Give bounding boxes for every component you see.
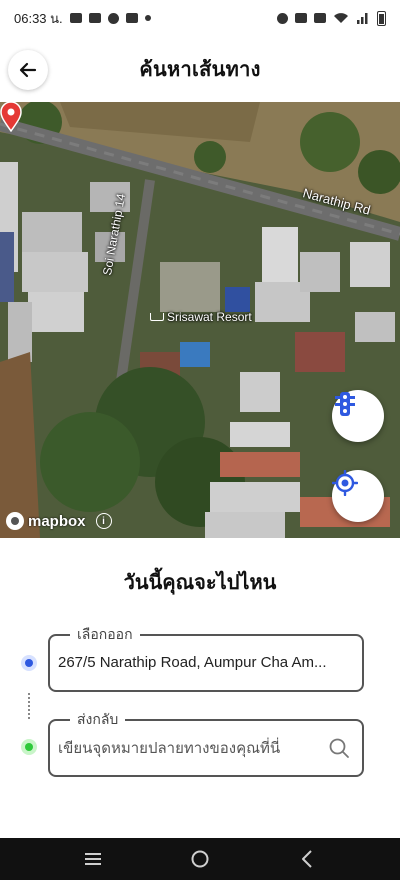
origin-label: เลือกออก (70, 624, 140, 646)
mapbox-logo-icon (6, 512, 24, 530)
recent-apps-button[interactable] (71, 841, 115, 877)
app-root: 06:33 น. ค้นหาเส้นทาง Narathip Rd Soi Na… (0, 0, 400, 880)
dot-icon (144, 15, 151, 21)
signal-icon (357, 13, 368, 24)
recent-apps-icon (85, 853, 102, 865)
locate-icon (332, 470, 358, 496)
youtube-icon (69, 13, 82, 23)
system-back-button[interactable] (285, 841, 329, 877)
poi-label: Srisawat Resort (167, 310, 252, 324)
destination-field[interactable]: ส่งกลับ (48, 709, 364, 777)
mapbox-text: mapbox (28, 512, 86, 530)
origin-dot-icon (21, 655, 37, 671)
cloud-icon (88, 13, 101, 23)
app-header: ค้นหาเส้นทาง (0, 36, 400, 102)
battery-icon (377, 10, 386, 26)
status-left: 06:33 น. (14, 8, 151, 29)
mapbox-attribution[interactable]: mapbox i (6, 512, 112, 530)
status-time: 06:33 น. (14, 10, 63, 26)
map-pin-icon[interactable] (0, 102, 22, 132)
route-sheet: วันนี้คุณจะไปไหน เลือกออก 267/5 Narathip… (0, 538, 400, 838)
system-nav-bar (0, 838, 400, 880)
destination-label: ส่งกลับ (70, 709, 126, 731)
poi-marker[interactable]: Srisawat Resort (150, 310, 252, 324)
destination-question: วันนี้คุณจะไปไหน (123, 572, 277, 594)
map-view[interactable]: Narathip Rd Soi Narathip 14 Srisawat Res… (0, 102, 400, 538)
bed-icon (150, 313, 164, 321)
route-connector (28, 693, 30, 719)
app-s-icon (125, 13, 138, 23)
back-button[interactable] (8, 50, 48, 90)
info-icon[interactable]: i (95, 513, 112, 529)
arrow-left-icon (19, 62, 37, 78)
origin-value[interactable]: 267/5 Narathip Road, Aumpur Cha Am... (58, 654, 348, 671)
destination-dot-icon (21, 739, 37, 755)
status-bar: 06:33 น. (0, 0, 400, 36)
destination-input[interactable] (58, 735, 318, 761)
origin-field[interactable]: เลือกออก 267/5 Narathip Road, Aumpur Cha… (48, 624, 364, 692)
vibrate-icon (314, 13, 326, 23)
home-icon (191, 850, 209, 868)
wifi-icon (334, 13, 348, 23)
traffic-light-icon (335, 392, 355, 416)
search-icon[interactable] (328, 737, 350, 759)
home-button[interactable] (178, 841, 222, 877)
chat-icon (107, 12, 119, 24)
traffic-toggle-button[interactable] (332, 390, 384, 442)
alarm-icon (277, 12, 288, 24)
page-title: ค้นหาเส้นทาง (139, 59, 261, 81)
nfc-icon (295, 13, 307, 23)
locate-me-button[interactable] (332, 470, 384, 522)
status-right (277, 10, 386, 26)
back-icon (301, 850, 312, 868)
